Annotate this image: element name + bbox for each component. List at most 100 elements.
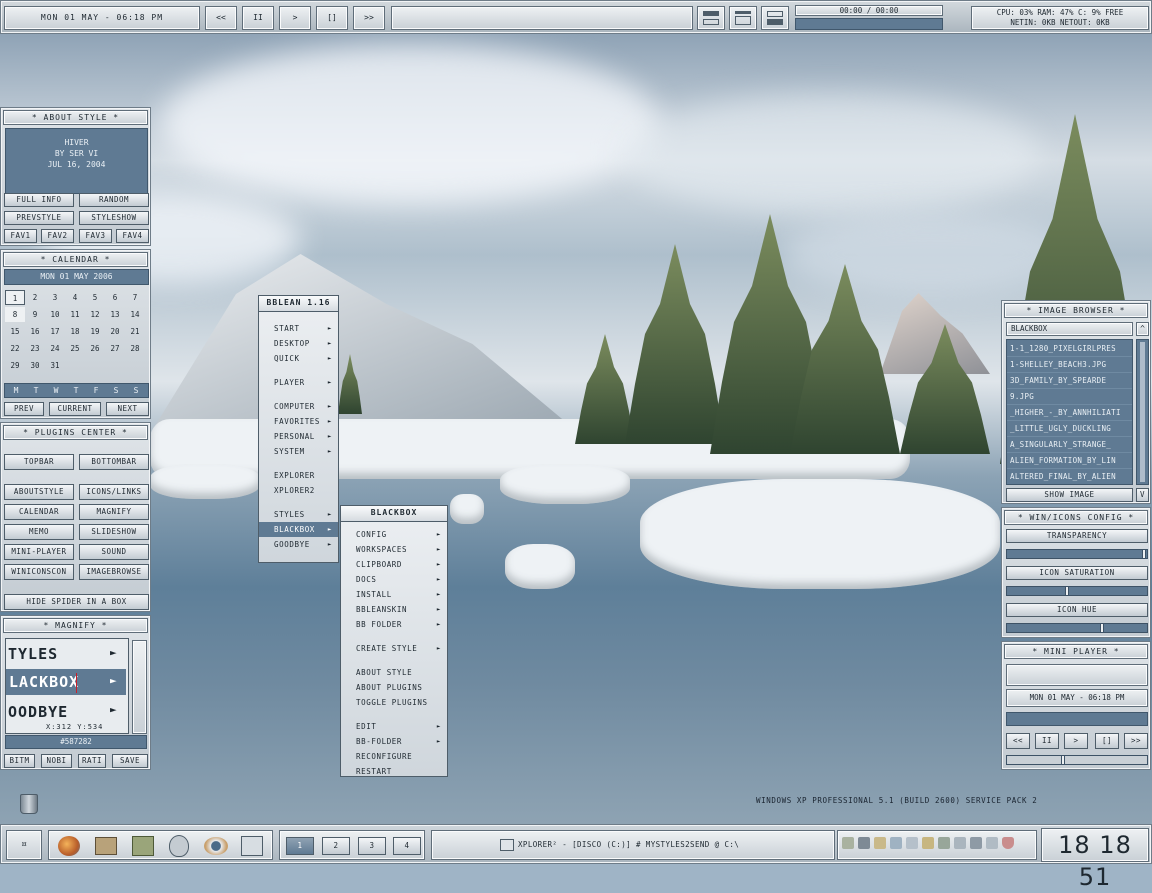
menu-item-start[interactable]: START ► xyxy=(259,321,338,336)
calendar-day[interactable]: 9 xyxy=(25,307,45,322)
calendar-day[interactable]: 12 xyxy=(85,307,105,322)
alien-icon[interactable] xyxy=(169,835,189,857)
menu-item-computer[interactable]: COMPUTER ► xyxy=(259,399,338,414)
image-file-item[interactable]: _LITTLE_UGLY_DUCKLING xyxy=(1007,421,1132,437)
icon-hue-slider[interactable] xyxy=(1006,623,1148,633)
calendar-day[interactable]: 16 xyxy=(25,324,45,339)
tray-shield-icon[interactable] xyxy=(1002,837,1014,849)
calendar-day[interactable]: 20 xyxy=(105,324,125,339)
image-file-item[interactable]: 3D_FAMILY_BY_SPEARDE xyxy=(1007,373,1132,389)
workspace-3-button[interactable]: 3 xyxy=(358,837,386,855)
fav1-button[interactable]: FAV1 xyxy=(4,229,37,243)
calendar-day[interactable]: 24 xyxy=(45,341,65,356)
mini-rewind-button[interactable]: << xyxy=(1006,733,1030,749)
tray-clock-icon[interactable] xyxy=(986,837,998,849)
tray-sound-icon[interactable] xyxy=(970,837,982,849)
menu-item-reconfigure[interactable]: RECONFIGURE xyxy=(341,749,447,764)
image-file-item[interactable]: 1-1_1280_PIXELGIRLPRES xyxy=(1007,341,1132,357)
tray-monitor-icon[interactable] xyxy=(906,837,918,849)
calendar-day[interactable]: 28 xyxy=(125,341,145,356)
media-stop-button[interactable]: [] xyxy=(316,6,348,30)
miniplayer-plugin-button[interactable]: MINI-PLAYER xyxy=(4,544,74,560)
magnify-save-button[interactable]: SAVE xyxy=(112,754,148,768)
menu-item-bb-folder[interactable]: BB FOLDER ► xyxy=(341,617,447,632)
menu-item-install[interactable]: INSTALL ► xyxy=(341,587,447,602)
win-icons-title[interactable]: * WIN/ICONS CONFIG * xyxy=(1004,510,1148,525)
menu-item-config[interactable]: CONFIG ► xyxy=(341,527,447,542)
image-file-item[interactable]: A_SINGULARLY_STRANGE_ xyxy=(1007,437,1132,453)
fav2-button[interactable]: FAV2 xyxy=(41,229,74,243)
menu-item-player[interactable]: PLAYER ► xyxy=(259,375,338,390)
menu-item-system[interactable]: SYSTEM ► xyxy=(259,444,338,459)
topbar-plugin-button[interactable]: TOPBAR xyxy=(4,454,74,470)
transparency-slider[interactable] xyxy=(1006,549,1148,559)
layout-middle-icon[interactable] xyxy=(729,6,757,30)
folder-icon[interactable] xyxy=(95,837,117,855)
media-rewind-button[interactable]: << xyxy=(205,6,237,30)
image-file-item[interactable]: 1-SHELLEY_BEACH3.JPG xyxy=(1007,357,1132,373)
calendar-day[interactable]: 27 xyxy=(105,341,125,356)
calendar-day[interactable]: 4 xyxy=(65,290,85,305)
tray-display-icon[interactable] xyxy=(890,837,902,849)
menu-item-quick[interactable]: QUICK ► xyxy=(259,351,338,366)
menu-item-restart[interactable]: RESTART xyxy=(341,764,447,779)
mini-stop-button[interactable]: [] xyxy=(1095,733,1119,749)
aboutstyle-plugin-button[interactable]: ABOUTSTYLE xyxy=(4,484,74,500)
calendar-day[interactable]: 10 xyxy=(45,307,65,322)
tray-window-icon[interactable] xyxy=(954,837,966,849)
magnify-title[interactable]: * MAGNIFY * xyxy=(3,618,148,633)
icon-saturation-knob[interactable] xyxy=(1065,586,1069,596)
fav3-button[interactable]: FAV3 xyxy=(79,229,112,243)
tray-network-icon[interactable] xyxy=(842,837,854,849)
image-file-item[interactable]: ALTERED_FINAL_BY_ALIEN xyxy=(1007,469,1132,484)
fav4-button[interactable]: FAV4 xyxy=(116,229,149,243)
calendar-day[interactable]: 31 xyxy=(45,358,65,373)
tray-app-icon[interactable] xyxy=(874,837,886,849)
imagebrowse-plugin-button[interactable]: IMAGEBROWSE xyxy=(79,564,149,580)
show-image-button[interactable]: SHOW IMAGE xyxy=(1006,488,1133,502)
menu-item-goodbye[interactable]: GOODBYE ► xyxy=(259,537,338,552)
magnify-bitm-button[interactable]: BITM xyxy=(4,754,35,768)
start-menu-button[interactable]: ¤ xyxy=(6,830,42,860)
menu-item-bbleanskin[interactable]: BBLEANSKIN ► xyxy=(341,602,447,617)
calendar-day[interactable]: 13 xyxy=(105,307,125,322)
calendar-day[interactable]: 3 xyxy=(45,290,65,305)
calendar-day[interactable]: 7 xyxy=(125,290,145,305)
tray-edit-icon[interactable] xyxy=(938,837,950,849)
about-style-title[interactable]: * ABOUT STYLE * xyxy=(3,110,148,125)
menu-item-bb-folder-2[interactable]: BB-FOLDER ► xyxy=(341,734,447,749)
transparency-knob[interactable] xyxy=(1142,549,1146,559)
layout-top-icon[interactable] xyxy=(697,6,725,30)
bottombar-plugin-button[interactable]: BOTTOMBAR xyxy=(79,454,149,470)
calendar-day[interactable]: 5 xyxy=(85,290,105,305)
sound-plugin-button[interactable]: SOUND xyxy=(79,544,149,560)
random-button[interactable]: RANDOM xyxy=(79,193,149,207)
magnify-rati-button[interactable]: RATI xyxy=(78,754,106,768)
menu-item-styles[interactable]: STYLES ► xyxy=(259,507,338,522)
icon-saturation-slider[interactable] xyxy=(1006,586,1148,596)
icon-hue-knob[interactable] xyxy=(1100,623,1104,633)
calendar-day[interactable]: 1 xyxy=(5,290,25,305)
workspace-1-button[interactable]: 1 xyxy=(286,837,314,855)
workspace-4-button[interactable]: 4 xyxy=(393,837,421,855)
magnify-plugin-button[interactable]: MAGNIFY xyxy=(79,504,149,520)
calendar-day[interactable]: 2 xyxy=(25,290,45,305)
calendar-day[interactable]: 25 xyxy=(65,341,85,356)
mini-volume-knob[interactable] xyxy=(1061,755,1065,765)
calendar-day[interactable]: 22 xyxy=(5,341,25,356)
iconslinks-plugin-button[interactable]: ICONS/LINKS xyxy=(79,484,149,500)
topbar-clock[interactable]: MON 01 MAY - 06:18 PM xyxy=(4,6,200,30)
menu-item-about-style[interactable]: ABOUT STYLE xyxy=(341,665,447,680)
tray-volume-icon[interactable] xyxy=(858,837,870,849)
mini-player-progress[interactable] xyxy=(1006,712,1148,726)
calendar-title[interactable]: * CALENDAR * xyxy=(3,252,148,267)
calendar-day[interactable]: 21 xyxy=(125,324,145,339)
mini-volume-slider[interactable] xyxy=(1006,755,1148,765)
firefox-icon[interactable] xyxy=(58,836,80,856)
menu-item-favorites[interactable]: FAVORITES ► xyxy=(259,414,338,429)
mini-play-button[interactable]: > xyxy=(1064,733,1088,749)
menu-item-personal[interactable]: PERSONAL ► xyxy=(259,429,338,444)
image-browser-title[interactable]: * IMAGE BROWSER * xyxy=(1004,303,1148,318)
styleshow-button[interactable]: STYLESHOW xyxy=(79,211,149,225)
menu-item-about-plugins[interactable]: ABOUT PLUGINS xyxy=(341,680,447,695)
